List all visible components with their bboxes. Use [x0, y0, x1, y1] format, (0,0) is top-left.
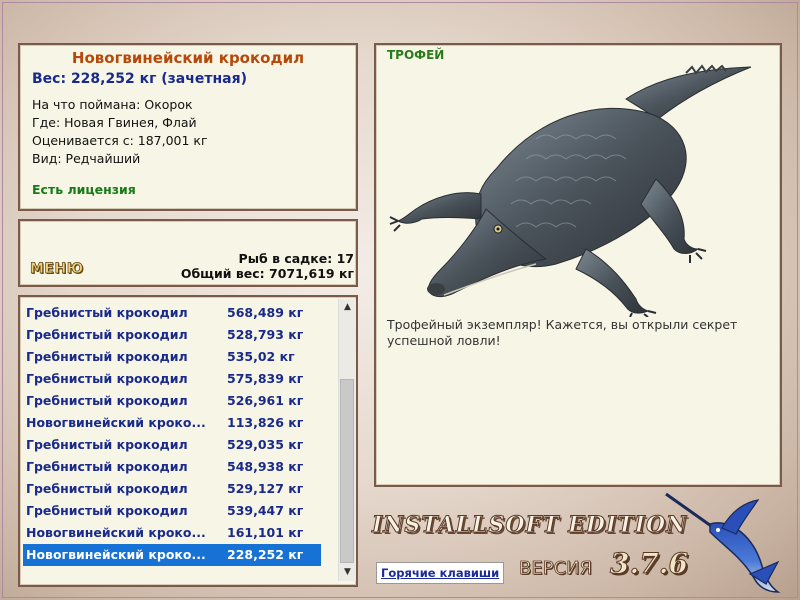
fish-facts: На что поймана: Окорок Где: Новая Гвинея…	[32, 96, 208, 168]
catch-list: Гребнистый крокодил 568,489 кг Гребнистый …	[23, 302, 321, 566]
catch-name: Гребнистый крокодил	[26, 459, 188, 474]
rarity-fact: Вид: Редчайший	[32, 151, 141, 166]
catch-list-panel: Гребнистый крокодил 568,489 кг Гребнистый …	[18, 295, 358, 587]
catch-name: Новогвинейский кроко...	[26, 525, 206, 540]
cage-stats-panel: МЕНЮ Рыб в садке: 17 Общий вес: 7071,619…	[18, 219, 358, 287]
catch-weight: 539,447 кг	[227, 503, 304, 518]
hotkeys-link[interactable]: Горячие клавиши	[376, 562, 505, 584]
crocodile-image	[389, 64, 752, 317]
catch-weight: 161,101 кг	[227, 525, 304, 540]
catch-name: Гребнистый крокодил	[26, 371, 188, 386]
catch-list-row[interactable]: Гребнистый крокодил 575,839 кг	[23, 368, 321, 390]
threshold-fact: Оценивается с: 187,001 кг	[32, 133, 208, 148]
catch-list-row[interactable]: Новогвинейский кроко... 113,826 кг	[23, 412, 321, 434]
catch-name: Гребнистый крокодил	[26, 305, 188, 320]
fish-title: Новогвинейский крокодил	[71, 49, 305, 67]
catch-weight: 228,252 кг	[227, 547, 304, 562]
catch-list-row[interactable]: Гребнистый крокодил 529,035 кг	[23, 434, 321, 456]
catch-weight: 528,793 кг	[227, 327, 304, 342]
catch-weight: 529,127 кг	[227, 481, 304, 496]
catch-name: Гребнистый крокодил	[26, 481, 188, 496]
catch-name: Гребнистый крокодил	[26, 327, 188, 342]
menu-button[interactable]: МЕНЮ	[30, 261, 84, 278]
catch-name: Новогвинейский кроко...	[26, 415, 206, 430]
catch-name: Новогвинейский кроко...	[26, 547, 206, 562]
catch-weight: 529,035 кг	[227, 437, 304, 452]
catch-info-panel: Новогвинейский крокодил Вес: 228,252 кг …	[18, 43, 358, 211]
catch-weight: 535,02 кг	[227, 349, 295, 364]
marlin-logo-icon	[665, 492, 781, 593]
catch-weight: 113,826 кг	[227, 415, 304, 430]
total-weight: Общий вес: 7071,619 кг	[180, 266, 354, 281]
chevron-up-icon[interactable]: ▲	[339, 299, 356, 316]
list-scrollbar[interactable]: ▲ ▼	[338, 299, 356, 581]
catch-weight: 548,938 кг	[227, 459, 304, 474]
trophy-panel: ТРОФЕЙ Трофейный экземпляр! Кажется, вы …	[374, 43, 782, 487]
catch-name: Гребнистый крокодил	[26, 503, 188, 518]
catch-list-row[interactable]: Гребнистый крокодил 529,127 кг	[23, 478, 321, 500]
catch-name: Гребнистый крокодил	[26, 349, 188, 364]
catch-name: Гребнистый крокодил	[26, 437, 188, 452]
catch-list-row[interactable]: Гребнистый крокодил 526,961 кг	[23, 390, 321, 412]
catch-list-row[interactable]: Гребнистый крокодил 548,938 кг	[23, 456, 321, 478]
trophy-description: Трофейный экземпляр! Кажется, вы открыли…	[387, 317, 738, 348]
location-fact: Где: Новая Гвинея, Флай	[32, 115, 197, 130]
catch-list-row[interactable]: Гребнистый крокодил 539,447 кг	[23, 500, 321, 522]
catch-name: Гребнистый крокодил	[26, 393, 188, 408]
cage-counts: Рыб в садке: 17 Общий вес: 7071,619 кг	[181, 251, 354, 281]
scrollbar-thumb[interactable]	[340, 379, 354, 563]
catch-list-row[interactable]: Гребнистый крокодил 535,02 кг	[23, 346, 321, 368]
fish-weight: Вес: 228,252 кг (зачетная)	[32, 71, 247, 87]
bait-fact: На что поймана: Окорок	[32, 97, 193, 112]
license-status: Есть лицензия	[32, 182, 136, 197]
edition-logo-text: INSTALLSOFT EDITION	[371, 512, 688, 539]
catch-list-row[interactable]: Гребнистый крокодил 568,489 кг	[23, 302, 321, 324]
catch-list-row[interactable]: Гребнистый крокодил 528,793 кг	[23, 324, 321, 346]
catch-weight: 568,489 кг	[227, 305, 304, 320]
catch-list-row[interactable]: Новогвинейский кроко... 161,101 кг	[23, 522, 321, 544]
fish-count: Рыб в садке: 17	[238, 251, 354, 266]
catch-weight: 575,839 кг	[227, 371, 304, 386]
catch-weight: 526,961 кг	[227, 393, 304, 408]
catch-list-row[interactable]: Новогвинейский кроко... 228,252 кг	[23, 544, 321, 566]
version-label: ВЕРСИЯ	[519, 558, 593, 580]
chevron-down-icon[interactable]: ▼	[339, 564, 356, 581]
